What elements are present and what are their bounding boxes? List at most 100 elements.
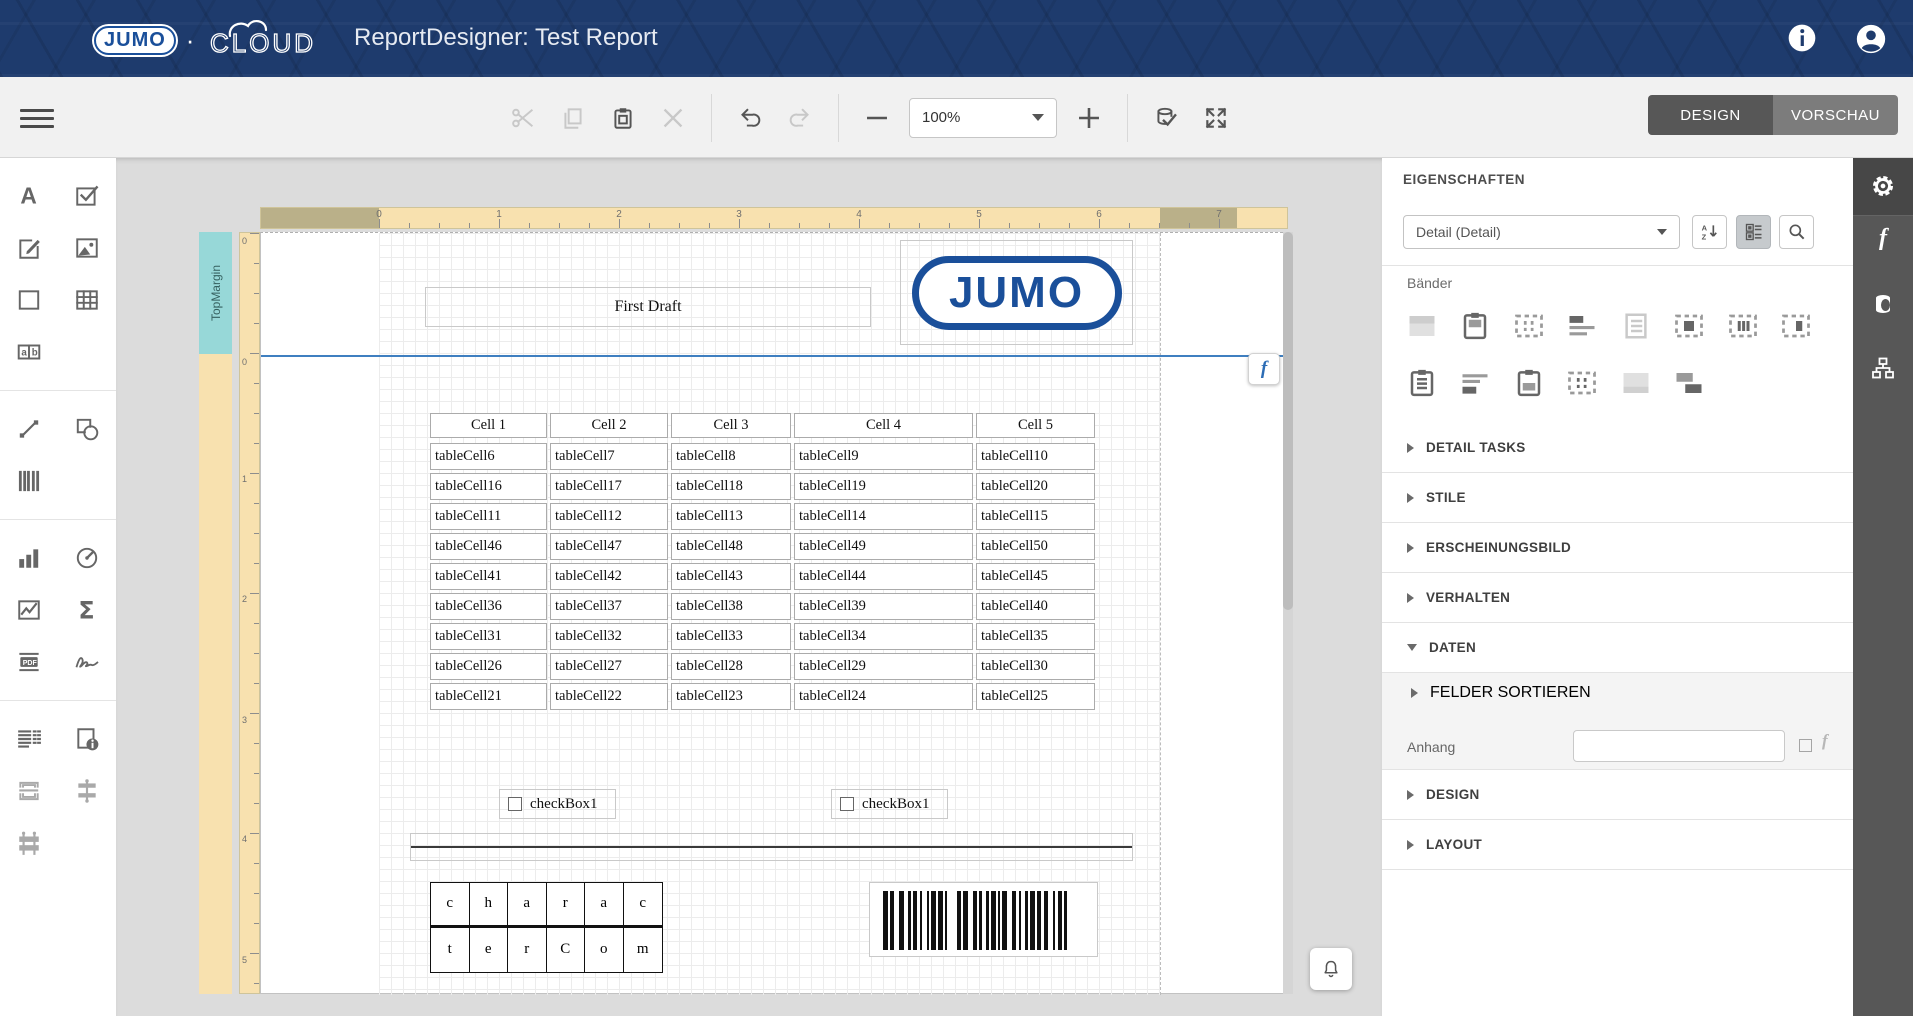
table-header-cell[interactable]: Cell 4 <box>794 413 973 438</box>
redo-icon[interactable] <box>782 100 818 136</box>
table-header-cell[interactable]: Cell 3 <box>671 413 791 438</box>
table-cell[interactable]: tableCell23 <box>671 683 791 710</box>
verticaltotal-band-icon[interactable] <box>1566 367 1598 399</box>
section-stile[interactable]: STILE <box>1382 473 1853 523</box>
table-cell[interactable]: tableCell50 <box>976 533 1095 560</box>
table-cell[interactable]: tableCell48 <box>671 533 791 560</box>
section-verhalten[interactable]: VERHALTEN <box>1382 573 1853 623</box>
shape-tool-icon[interactable] <box>70 412 104 446</box>
minus-icon[interactable] <box>859 100 895 136</box>
checkbox-element-1[interactable]: checkBox1 <box>499 789 616 819</box>
table-cell[interactable]: tableCell17 <box>550 473 668 500</box>
table-cell[interactable]: tableCell37 <box>550 593 668 620</box>
table-cell[interactable]: tableCell20 <box>976 473 1095 500</box>
summary-tool-icon[interactable]: Σ <box>70 593 104 627</box>
anhang-checkbox[interactable] <box>1799 739 1812 752</box>
table-cell[interactable]: tableCell35 <box>976 623 1095 650</box>
anhang-input[interactable] <box>1573 730 1785 762</box>
section-daten[interactable]: DATEN <box>1382 623 1853 673</box>
line-tool-icon[interactable] <box>12 412 46 446</box>
sparkline-tool-icon[interactable] <box>12 593 46 627</box>
chart-tool-icon[interactable] <box>12 541 46 575</box>
copy-icon[interactable] <box>555 100 591 136</box>
table-cell[interactable]: tableCell29 <box>794 653 973 680</box>
table-cell[interactable]: tableCell6 <box>430 443 547 470</box>
picture-tool-icon[interactable] <box>70 231 104 265</box>
subband-icon[interactable] <box>1673 367 1705 399</box>
table-cell[interactable]: tableCell33 <box>671 623 791 650</box>
category-view-icon[interactable] <box>1736 215 1771 249</box>
section-erscheinungsbild[interactable]: ERSCHEINUNGSBILD <box>1382 523 1853 573</box>
label-tool-icon[interactable]: A <box>12 179 46 213</box>
table-cell[interactable]: tableCell18 <box>671 473 791 500</box>
undo-icon[interactable] <box>732 100 768 136</box>
table-header-cell[interactable]: Cell 2 <box>550 413 668 438</box>
groupfooter-band-icon[interactable] <box>1459 367 1491 399</box>
groupheader-band-icon[interactable] <box>1566 310 1598 342</box>
barcode-element[interactable] <box>869 882 1098 957</box>
table-cell[interactable]: tableCell41 <box>430 563 547 590</box>
checkbox-tool-icon[interactable] <box>70 179 104 213</box>
panel-tool-icon[interactable] <box>12 283 46 317</box>
bottommargin-band-icon[interactable] <box>1620 367 1652 399</box>
expression-fx-button[interactable]: f <box>1248 353 1280 385</box>
vorschau-button[interactable]: VORSCHAU <box>1773 95 1898 135</box>
zoom-select[interactable]: 100% <box>909 97 1057 138</box>
menu-icon[interactable] <box>20 101 54 135</box>
table-cell[interactable]: tableCell16 <box>430 473 547 500</box>
function-icon[interactable]: f <box>1869 224 1897 252</box>
comb-cell[interactable]: h <box>469 883 508 928</box>
topmargin-band-strip[interactable]: TopMargin <box>199 232 232 354</box>
table-cell[interactable]: tableCell11 <box>430 503 547 530</box>
section-design[interactable]: DESIGN <box>1382 770 1853 820</box>
gear-icon[interactable] <box>1869 172 1897 200</box>
detail-band-strip[interactable] <box>199 354 232 994</box>
barcode-tool-icon[interactable] <box>12 464 46 498</box>
table-cell[interactable]: tableCell45 <box>976 563 1095 590</box>
section-felder-sortieren[interactable]: FELDER SORTIEREN <box>1382 673 1853 713</box>
crossbandbox-tool-icon[interactable] <box>12 826 46 860</box>
character-comb-element[interactable]: characterCom <box>430 882 663 973</box>
table-cell[interactable]: tableCell40 <box>976 593 1095 620</box>
table-cell[interactable]: tableCell42 <box>550 563 668 590</box>
design-button[interactable]: DESIGN <box>1648 95 1773 135</box>
table-cell[interactable]: tableCell26 <box>430 653 547 680</box>
toc-tool-icon[interactable] <box>12 722 46 756</box>
table-cell[interactable]: tableCell19 <box>794 473 973 500</box>
table-cell[interactable]: tableCell34 <box>794 623 973 650</box>
table-cell[interactable]: tableCell49 <box>794 533 973 560</box>
section-layout[interactable]: LAYOUT <box>1382 820 1853 870</box>
pdfcontent-tool-icon[interactable]: PDF <box>12 645 46 679</box>
table-cell[interactable]: tableCell15 <box>976 503 1095 530</box>
table-cell[interactable]: tableCell8 <box>671 443 791 470</box>
fullscreen-icon[interactable] <box>1198 100 1234 136</box>
signature-tool-icon[interactable] <box>70 645 104 679</box>
reportfooter-band-icon[interactable] <box>1513 367 1545 399</box>
line-element[interactable] <box>410 833 1133 861</box>
comb-cell[interactable]: a <box>508 883 547 928</box>
verticaldetail-band-icon[interactable] <box>1780 310 1812 342</box>
comb-cell[interactable]: e <box>470 927 508 972</box>
sort-az-icon[interactable]: AZ <box>1692 215 1727 249</box>
anhang-fx-icon[interactable]: f <box>1822 731 1828 751</box>
table-cell[interactable]: tableCell39 <box>794 593 973 620</box>
crossbandline-tool-icon[interactable] <box>70 774 104 808</box>
comb-cell[interactable]: c <box>623 883 662 928</box>
table-cell[interactable]: tableCell46 <box>430 533 547 560</box>
table-header-cell[interactable]: Cell 1 <box>430 413 547 438</box>
comb-cell[interactable]: o <box>585 927 624 972</box>
table-cell[interactable]: tableCell24 <box>794 683 973 710</box>
detailreport-band-icon[interactable] <box>1673 310 1705 342</box>
band-separator-line[interactable] <box>261 355 1289 357</box>
comb-cell[interactable]: c <box>431 883 470 928</box>
table-cell[interactable]: tableCell44 <box>794 563 973 590</box>
account-icon[interactable] <box>1854 22 1888 56</box>
table-cell[interactable]: tableCell27 <box>550 653 668 680</box>
report-table[interactable]: Cell 1 Cell 2 Cell 3 Cell 4 Cell 5 tableCell6… <box>430 413 1095 710</box>
richtext-tool-icon[interactable] <box>12 231 46 265</box>
table-cell[interactable]: tableCell12 <box>550 503 668 530</box>
delete-icon[interactable] <box>655 100 691 136</box>
table-cell[interactable]: tableCell28 <box>671 653 791 680</box>
report-page[interactable]: First Draft JUMO f Cell 1 Cell 2 Cell 3 Cel… <box>260 232 1289 995</box>
table-cell[interactable]: tableCell9 <box>794 443 973 470</box>
